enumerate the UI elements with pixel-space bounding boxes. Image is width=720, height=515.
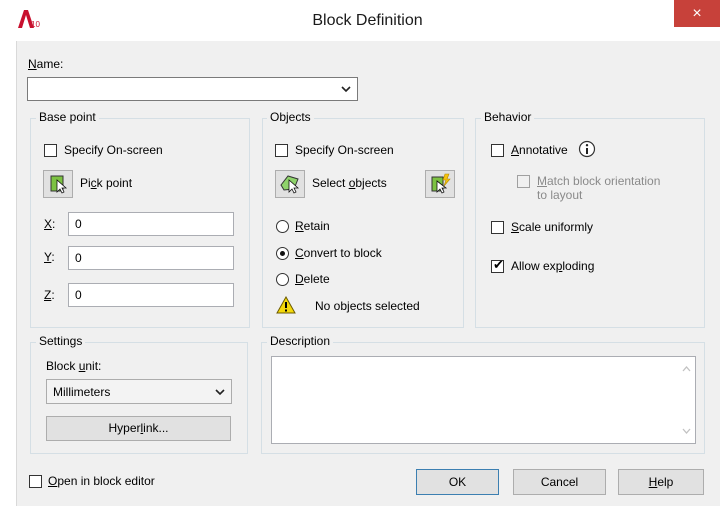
close-icon: ×: [692, 5, 702, 22]
close-button[interactable]: ×: [674, 0, 720, 27]
base-specify-label: Specify On-screen: [64, 143, 163, 157]
select-objects-icon: [280, 175, 300, 194]
retain-label: Retain: [295, 219, 330, 233]
z-input[interactable]: 0: [68, 283, 234, 307]
description-title: Description: [267, 334, 334, 348]
behavior-title: Behavior: [481, 110, 535, 124]
x-input[interactable]: 0: [68, 212, 234, 236]
convert-to-block-label: Convert to block: [295, 246, 382, 260]
convert-to-block-radio[interactable]: [276, 247, 289, 260]
allow-exploding-checkbox[interactable]: ✔: [491, 257, 504, 273]
scroll-up-icon[interactable]: [682, 366, 691, 372]
retain-radio[interactable]: [276, 220, 289, 233]
window-title: Block Definition: [312, 12, 423, 29]
radio-selected-dot: [280, 251, 285, 256]
delete-label: Delete: [295, 272, 330, 286]
match-orientation-checkbox[interactable]: [517, 175, 530, 188]
objects-title: Objects: [267, 110, 314, 124]
match-orientation-label: Match block orientation to layout: [537, 174, 661, 202]
ok-button[interactable]: OK: [416, 469, 499, 495]
y-input[interactable]: 0: [68, 246, 234, 270]
pick-point-label: Pick point: [80, 176, 133, 190]
window-bottom-edge: [0, 506, 720, 515]
annotative-checkbox[interactable]: [491, 144, 504, 157]
select-objects-label: Select objects: [312, 176, 387, 190]
quick-select-icon: [431, 173, 451, 194]
x-label: X:: [44, 217, 56, 231]
scale-uniformly-label: Scale uniformly: [511, 220, 594, 234]
base-specify-checkbox[interactable]: [44, 144, 57, 157]
quick-select-button[interactable]: [425, 170, 455, 198]
pick-point-icon: [50, 175, 68, 194]
z-label: Z:: [44, 288, 55, 302]
cancel-button[interactable]: Cancel: [513, 469, 606, 495]
warning-icon: [276, 296, 296, 314]
hyperlink-button[interactable]: Hyperlink...: [46, 416, 231, 441]
chevron-down-icon: [215, 389, 225, 396]
help-button[interactable]: Help: [618, 469, 704, 495]
scroll-down-icon[interactable]: [682, 428, 691, 434]
scale-uniformly-checkbox[interactable]: [491, 221, 504, 234]
objects-specify-label: Specify On-screen: [295, 143, 394, 157]
objects-specify-checkbox[interactable]: [275, 144, 288, 157]
pick-point-button[interactable]: [43, 170, 73, 198]
open-editor-checkbox[interactable]: [29, 475, 42, 488]
checkmark-icon: ✔: [493, 257, 504, 272]
block-unit-value: Millimeters: [53, 385, 111, 399]
name-label: Name:: [28, 57, 64, 71]
name-combobox[interactable]: [27, 77, 358, 101]
select-objects-button[interactable]: [275, 170, 305, 198]
block-unit-select[interactable]: Millimeters: [46, 379, 232, 404]
y-label: Y:: [44, 250, 55, 264]
info-icon[interactable]: [578, 140, 596, 158]
warning-text: No objects selected: [315, 299, 420, 313]
settings-title: Settings: [36, 334, 86, 348]
allow-exploding-label: Allow exploding: [511, 259, 595, 273]
description-textarea[interactable]: [271, 356, 696, 444]
chevron-down-icon: [341, 86, 351, 93]
open-editor-label: Open in block editor: [48, 474, 155, 488]
base-point-title: Base point: [36, 110, 99, 124]
annotative-label: Annotative: [511, 143, 568, 157]
block-unit-label: Block unit:: [46, 359, 102, 373]
delete-radio[interactable]: [276, 273, 289, 286]
